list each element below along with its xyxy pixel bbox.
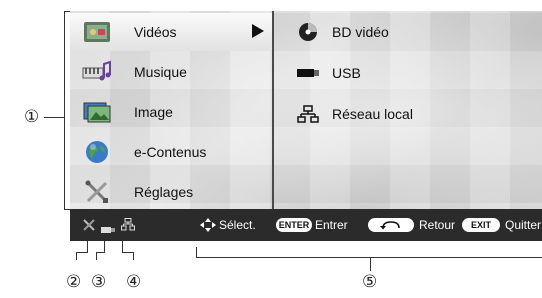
menu-label-econtent: e-Contenus [134,144,207,160]
callout-5-bracket [196,257,542,258]
menu-item-music[interactable]: Musique [70,53,272,91]
callout-3-drop [96,252,97,260]
network-icon [296,104,320,124]
callout-3-elbow [96,252,105,253]
exit-label: Quitter [505,218,542,232]
callout-1-leader [44,117,64,118]
submenu-label-lan: Réseau local [332,106,413,122]
return-key-icon [368,218,414,232]
callout-5-bracket-left [196,247,197,257]
callout-3: ③ [91,272,107,292]
callout-2-stem [87,241,88,252]
menu-item-videos[interactable]: Vidéos [70,13,272,51]
submenu-label-bd-video: BD vidéo [332,24,389,40]
callout-2-elbow [76,252,88,253]
submenu-label-usb: USB [332,65,361,81]
menu-label-music: Musique [134,64,187,80]
enter-label: Entrer [315,218,348,232]
status-settings-icon [82,218,96,237]
callout-1: ① [24,107,40,127]
callout-2: ② [66,272,82,292]
callout-4-drop [133,252,134,260]
music-icon [82,59,112,85]
submenu-item-usb[interactable]: USB [296,58,361,88]
submenu-item-bd-video[interactable]: BD vidéo [296,17,389,47]
callout-5-leader [370,257,371,271]
menu-item-settings[interactable]: Réglages [70,173,272,211]
submenu-item-lan[interactable]: Réseau local [296,99,413,129]
enter-key-badge: ENTER [276,218,312,232]
status-usb-icon [101,221,115,239]
menu-item-image[interactable]: Image [70,93,272,131]
callout-4: ④ [126,272,142,292]
callout-4-stem [122,241,123,252]
select-label: Sélect. [219,218,256,232]
menu-label-image: Image [134,104,173,120]
status-network-icon [121,218,135,236]
cross-arrows-icon [200,218,216,237]
return-label: Retour [419,218,456,232]
disc-icon [296,22,320,42]
menu-label-settings: Réglages [134,184,194,200]
callout-1-bracket [64,11,65,209]
tv-screen: Vidéos Musique Image e-Contenus Réglages… [70,11,542,241]
menu-item-econtent[interactable]: e-Contenus [70,133,272,171]
menu-divider [272,11,274,209]
video-icon [82,19,112,45]
callout-3-stem [104,241,105,252]
globe-icon [82,139,112,165]
usb-icon [296,63,320,83]
image-icon [82,99,112,125]
home-menu: Vidéos Musique Image e-Contenus Réglages [70,11,272,209]
callout-5: ⑤ [362,272,378,292]
submenu-arrow-icon [252,24,264,38]
exit-key-badge: EXIT [462,218,500,232]
menu-label-videos: Vidéos [134,24,177,40]
bottom-bar: Sélect. ENTER Entrer Retour EXIT Quitter [70,209,542,241]
settings-icon [82,179,112,205]
callout-2-drop [76,252,77,260]
